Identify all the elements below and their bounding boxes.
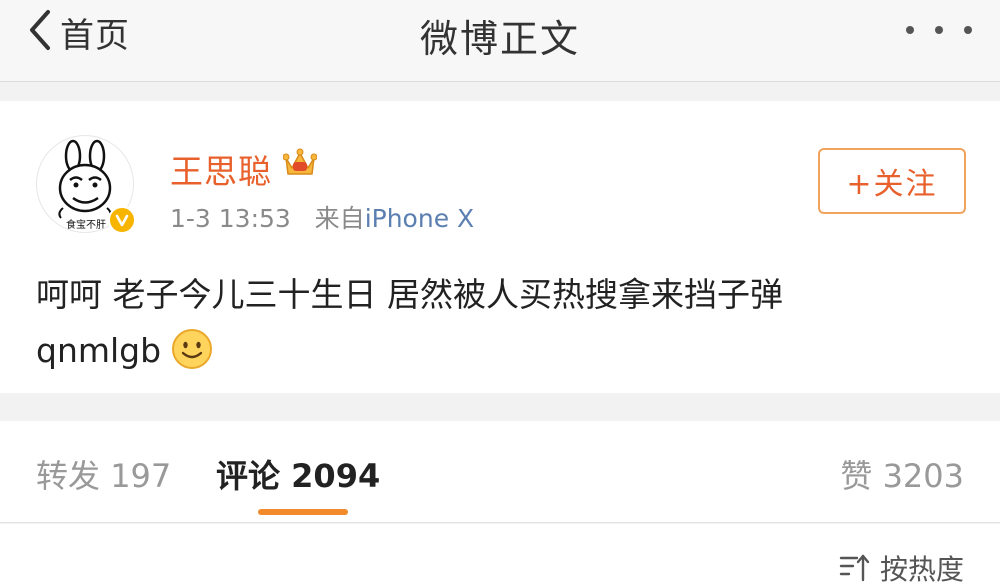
post-body: 呵呵 老子今儿三十生日 居然被人买热搜拿来挡子弹 qnmlgb <box>36 267 966 379</box>
tab-repost[interactable]: 转发 197 <box>36 451 171 497</box>
post-text-line: 呵呵 老子今儿三十生日 居然被人买热搜拿来挡子弹 <box>36 275 783 314</box>
sort-bar: 按热度 <box>0 524 1000 586</box>
vip-crown-icon <box>283 148 317 175</box>
sort-icon <box>839 554 870 582</box>
post-meta: 1-3 13:53 来自iPhone X <box>170 199 474 235</box>
post-text-line-2: qnmlgb <box>36 323 966 379</box>
back-label: 首页 <box>60 15 130 56</box>
tab-comment-count: 2094 <box>291 457 381 495</box>
source-prefix: 来自 <box>314 204 365 233</box>
follow-button[interactable]: +关注 <box>818 148 966 214</box>
smile-emoji-icon <box>172 329 213 369</box>
post-text-line: qnmlgb <box>36 331 162 370</box>
more-options-button[interactable] <box>906 12 972 48</box>
more-dots-icon <box>906 26 914 34</box>
tab-repost-count: 197 <box>110 457 172 495</box>
tab-comment[interactable]: 评论 2094 <box>216 451 380 497</box>
more-dots-icon <box>935 26 943 34</box>
verified-v-icon <box>115 214 129 227</box>
back-button[interactable]: 首页 <box>26 8 130 56</box>
active-tab-indicator <box>258 509 348 515</box>
sort-button[interactable]: 按热度 <box>838 548 964 586</box>
post-card: 食宝不肝 王思聪 1-3 13:53 来自iPhone X +关注 呵呵 老子今… <box>0 101 1000 393</box>
tab-like-count: 3203 <box>882 457 964 495</box>
tab-comment-label: 评论 <box>216 457 281 495</box>
post-time: 1-3 13:53 <box>170 204 291 233</box>
tab-like[interactable]: 赞 3203 <box>840 451 964 497</box>
avatar-caption: 食宝不肝 <box>66 218 106 231</box>
sort-label: 按热度 <box>879 553 964 586</box>
tab-like-label: 赞 <box>840 457 873 495</box>
user-name[interactable]: 王思聪 <box>170 145 272 193</box>
top-navigation-bar: 首页 微博正文 <box>0 0 1000 82</box>
tab-repost-label: 转发 <box>36 457 101 495</box>
page-title: 微博正文 <box>419 17 580 61</box>
interaction-tabs: 转发 197 评论 2094 赞 3203 <box>0 421 1000 523</box>
post-source[interactable]: iPhone X <box>365 204 474 233</box>
chevron-left-icon <box>26 8 52 56</box>
verified-badge <box>108 206 136 234</box>
more-dots-icon <box>964 26 972 34</box>
